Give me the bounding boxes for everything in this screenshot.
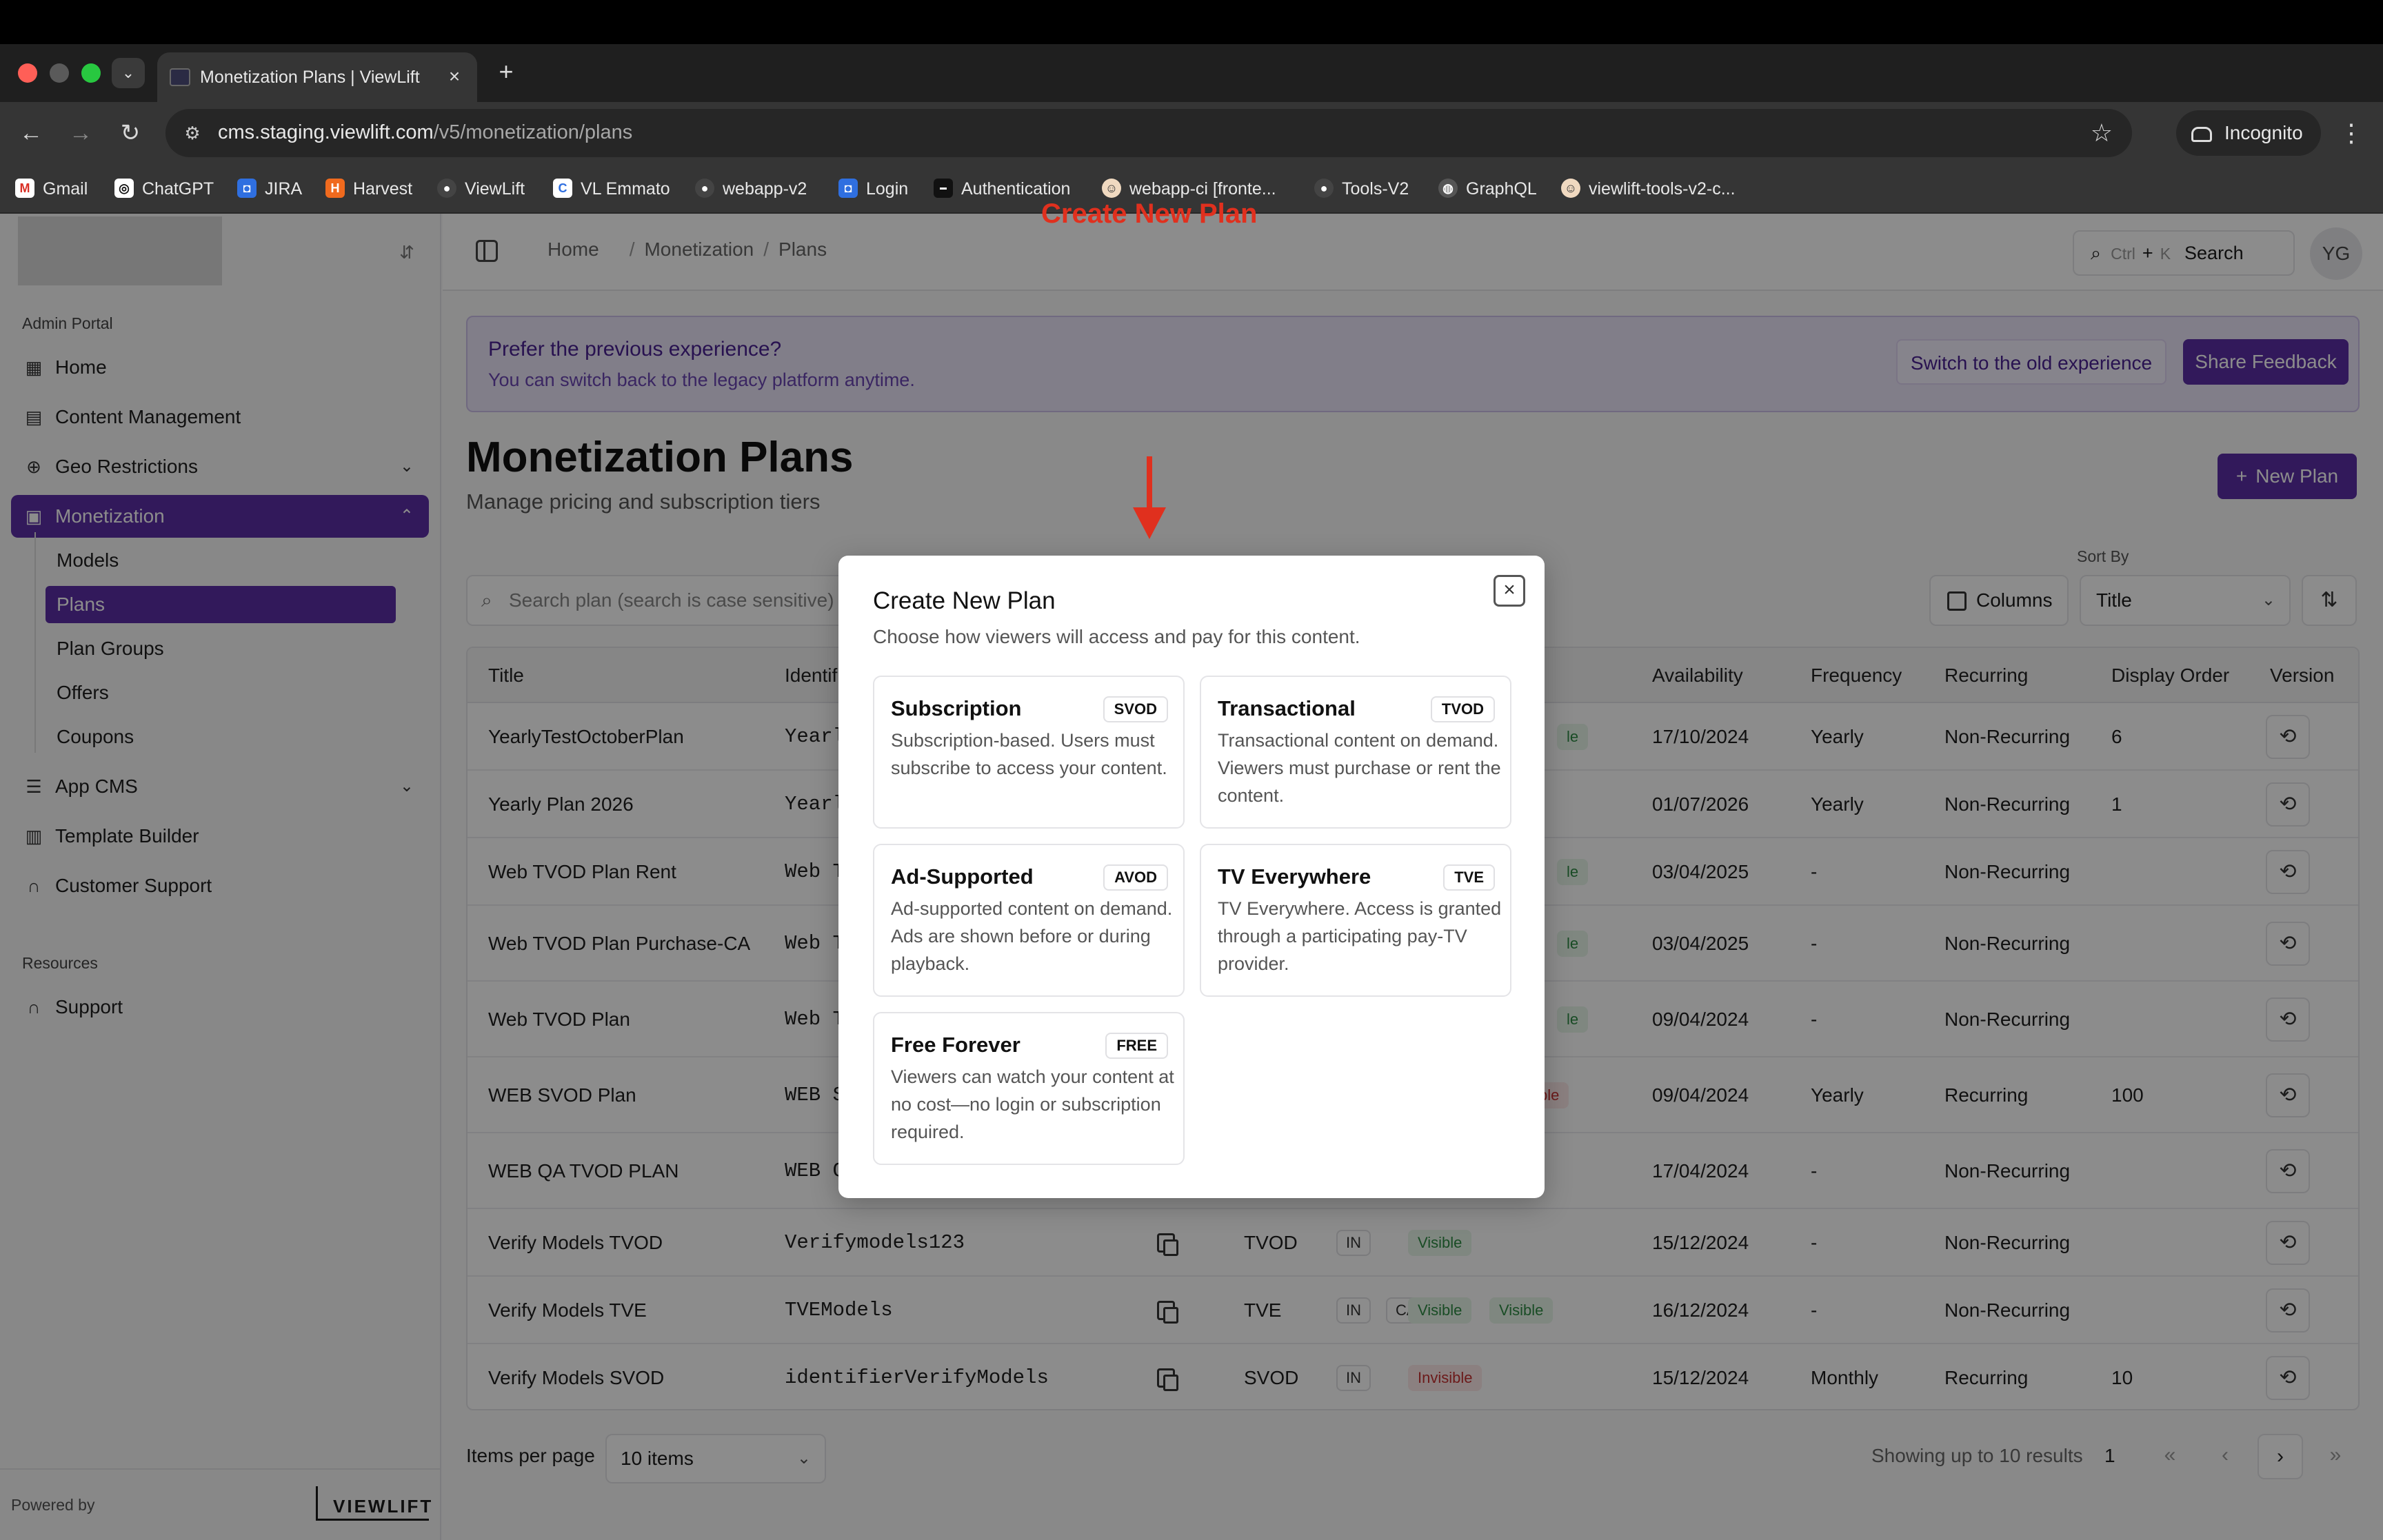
forward-icon[interactable]: →: [65, 117, 97, 149]
bookmark-graphql[interactable]: ◍ GraphQL: [1438, 176, 1537, 201]
reload-icon[interactable]: ↻: [114, 117, 146, 149]
bookmark-gmail[interactable]: M Gmail: [15, 176, 88, 201]
option-code-badge: FREE: [1105, 1033, 1168, 1059]
globe-icon: ◍: [1438, 179, 1458, 199]
bookmark-label: Gmail: [43, 179, 88, 199]
bookmark-harvest[interactable]: H Harvest: [325, 176, 412, 201]
dialog-title: Create New Plan: [873, 587, 1056, 614]
bookmark-label: viewlift-tools-v2-c...: [1589, 179, 1736, 199]
window-close-button[interactable]: [18, 63, 37, 83]
annotation-arrow-head: [1133, 507, 1166, 539]
tab-title: Monetization Plans | ViewLift: [200, 68, 420, 87]
bookmark-label: ChatGPT: [142, 179, 214, 199]
plan-option-ad-supported[interactable]: Ad-Supported AVOD Ad-supported content o…: [873, 844, 1185, 997]
browser-toolbar: ← → ↻ ⚙ cms.staging.viewlift.com/v5/mone…: [0, 102, 2383, 164]
annotation-label: Create New Plan: [1041, 199, 1258, 229]
new-tab-button[interactable]: +: [491, 57, 521, 87]
jira-icon: ◘: [237, 179, 257, 199]
bookmark-label: Tools-V2: [1342, 179, 1409, 199]
back-icon[interactable]: ←: [15, 117, 47, 149]
github-icon: ●: [437, 179, 456, 199]
emmato-icon: C: [553, 179, 572, 199]
option-title: Ad-Supported: [891, 864, 1034, 889]
address-bar[interactable]: ⚙ cms.staging.viewlift.com/v5/monetizati…: [165, 109, 2132, 157]
github-icon: ●: [695, 179, 714, 199]
plan-option-transactional[interactable]: Transactional TVOD Transactional content…: [1200, 676, 1511, 829]
url-text[interactable]: cms.staging.viewlift.com/v5/monetization…: [218, 121, 632, 144]
bookmark-label: JIRA: [265, 179, 303, 199]
bookmark-login[interactable]: ◘ Login: [838, 176, 908, 201]
url-host: cms.staging.viewlift.com: [218, 121, 434, 143]
window-zoom-button[interactable]: [81, 63, 101, 83]
url-path: /v5/monetization/plans: [433, 121, 633, 143]
bookmark-label: ViewLift: [465, 179, 525, 199]
bookmark-vl-emmato[interactable]: C VL Emmato: [553, 176, 670, 201]
incognito-label: Incognito: [2224, 122, 2303, 143]
close-icon[interactable]: ×: [1494, 575, 1525, 607]
option-code-badge: TVOD: [1430, 696, 1495, 722]
bookmark-webapp-v2[interactable]: ● webapp-v2: [695, 176, 807, 201]
option-description: Ad-supported content on demand. Ads are …: [891, 898, 1173, 974]
option-code-badge: AVOD: [1103, 864, 1168, 891]
option-description: Subscription-based. Users must subscribe…: [891, 730, 1167, 778]
plan-option-tv-everywhere[interactable]: TV Everywhere TVE TV Everywhere. Access …: [1200, 844, 1511, 997]
option-description: Transactional content on demand. Viewers…: [1218, 730, 1501, 806]
bookmark-viewlift-tools[interactable]: ☺ viewlift-tools-v2-c...: [1561, 176, 1736, 201]
option-title: Transactional: [1218, 696, 1356, 720]
bookmark-label: Authentication: [961, 179, 1071, 199]
incognito-icon: [2191, 126, 2212, 142]
bookmark-label: webapp-v2: [723, 179, 807, 199]
site-info-icon[interactable]: ⚙: [178, 119, 207, 148]
jenkins-icon: ☺: [1102, 179, 1121, 199]
option-code-badge: SVOD: [1103, 696, 1168, 722]
tab-favicon-icon: [170, 68, 190, 86]
tab-close-icon[interactable]: ×: [441, 63, 467, 90]
os-menu-bar: [0, 0, 2383, 44]
option-title: Subscription: [891, 696, 1022, 720]
option-description: TV Everywhere. Access is granted through…: [1218, 898, 1502, 974]
bookmark-label: Harvest: [353, 179, 413, 199]
bookmark-viewlift[interactable]: ● ViewLift: [437, 176, 525, 201]
bookmark-label: webapp-ci [fronte...: [1129, 179, 1276, 199]
gmail-icon: M: [15, 179, 34, 199]
create-plan-dialog: × Create New Plan Choose how viewers wil…: [838, 556, 1545, 1198]
plan-option-free-forever[interactable]: Free Forever FREE Viewers can watch your…: [873, 1012, 1185, 1165]
tab-search-button[interactable]: ⌄: [112, 58, 145, 88]
browser-menu-icon[interactable]: ⋮: [2339, 117, 2364, 149]
bookmark-label: Login: [866, 179, 909, 199]
bookmark-tools-v2[interactable]: ● Tools-V2: [1314, 176, 1409, 201]
harvest-icon: H: [325, 179, 345, 199]
incognito-indicator[interactable]: Incognito: [2176, 110, 2321, 156]
option-code-badge: TVE: [1443, 864, 1495, 891]
bookmark-label: VL Emmato: [581, 179, 670, 199]
bookmark-jira[interactable]: ◘ JIRA: [237, 176, 302, 201]
auth-icon: ▬: [934, 179, 953, 199]
option-title: Free Forever: [891, 1033, 1020, 1057]
dialog-subtitle: Choose how viewers will access and pay f…: [873, 626, 1360, 647]
bookmark-chatgpt[interactable]: ◎ ChatGPT: [114, 176, 214, 201]
plan-option-subscription[interactable]: Subscription SVOD Subscription-based. Us…: [873, 676, 1185, 829]
browser-tab-active[interactable]: Monetization Plans | ViewLift ×: [157, 52, 477, 102]
bookmark-authentication[interactable]: ▬ Authentication: [934, 176, 1070, 201]
jira-icon: ◘: [838, 179, 858, 199]
chatgpt-icon: ◎: [114, 179, 134, 199]
jenkins-icon: ☺: [1561, 179, 1580, 199]
option-title: TV Everywhere: [1218, 864, 1371, 889]
bookmark-webapp-ci[interactable]: ☺ webapp-ci [fronte...: [1102, 176, 1276, 201]
window-minimize-button[interactable]: [50, 63, 69, 83]
github-icon: ●: [1314, 179, 1334, 199]
bookmark-label: GraphQL: [1466, 179, 1537, 199]
bookmark-star-icon[interactable]: ☆: [2091, 117, 2113, 149]
option-description: Viewers can watch your content at no cos…: [891, 1066, 1174, 1142]
